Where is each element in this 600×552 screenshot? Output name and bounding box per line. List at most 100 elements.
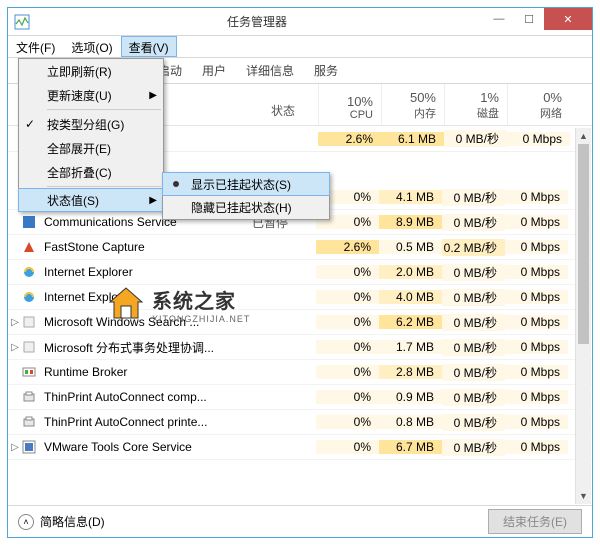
memory-cell: 2.8 MB <box>379 365 442 379</box>
expand-icon[interactable]: ▷ <box>8 317 22 328</box>
network-cell: 0 Mbps <box>505 265 568 279</box>
disk-cell: 0 MB/秒 <box>442 364 505 381</box>
minimize-button[interactable]: — <box>484 8 514 30</box>
maximize-button[interactable]: ☐ <box>514 8 544 30</box>
table-row[interactable]: Runtime Broker 0%2.8 MB0 MB/秒0 Mbps <box>8 360 592 385</box>
check-icon: ✓ <box>25 117 35 131</box>
memory-cell: 1.7 MB <box>379 340 442 354</box>
process-name: Microsoft 分布式事务处理协调... <box>40 339 246 356</box>
process-name: FastStone Capture <box>40 240 246 254</box>
cpu-cell: 0% <box>316 440 379 454</box>
process-icon <box>22 265 40 279</box>
cpu-cell: 0% <box>316 340 379 354</box>
menu-collapse-all[interactable]: 全部折叠(C) <box>19 160 163 184</box>
memory-cell: 6.2 MB <box>379 315 442 329</box>
tab-services[interactable]: 服务 <box>304 58 348 83</box>
table-row[interactable]: Internet Explorer0%2.0 MB0 MB/秒0 Mbps <box>8 260 592 285</box>
menu-options[interactable]: 选项(O) <box>63 36 120 57</box>
menu-status-values[interactable]: 状态值(S)▶ <box>18 188 164 212</box>
col-memory[interactable]: 50%内存 <box>381 84 444 125</box>
col-network[interactable]: 0%网络 <box>507 84 570 125</box>
window-buttons: — ☐ ✕ <box>484 8 592 35</box>
col-cpu[interactable]: 10%CPU <box>318 84 381 125</box>
disk-cell: 0 MB/秒 <box>442 189 505 206</box>
memory-cell: 0.5 MB <box>379 240 442 254</box>
end-task-button[interactable]: 结束任务(E) <box>488 509 582 534</box>
view-dropdown: 立即刷新(R) 更新速度(U)▶ ✓按类型分组(G) 全部展开(E) 全部折叠(… <box>18 58 164 212</box>
process-icon <box>22 390 40 404</box>
footer: ˄ 简略信息(D) 结束任务(E) <box>8 505 592 537</box>
disk-cell: 0 MB/秒 <box>442 289 505 306</box>
menu-separator <box>47 109 161 110</box>
network-cell: 0 Mbps <box>505 365 568 379</box>
network-cell: 0 Mbps <box>505 215 568 229</box>
expand-icon[interactable]: ▷ <box>8 342 22 353</box>
cpu-cell: 0% <box>316 365 379 379</box>
menu-update-speed[interactable]: 更新速度(U)▶ <box>19 83 163 107</box>
disk-cell: 0 MB/秒 <box>442 439 505 456</box>
process-icon <box>22 215 40 229</box>
memory-cell: 8.9 MB <box>379 215 442 229</box>
process-name: Runtime Broker <box>40 365 246 379</box>
network-cell: 0 Mbps <box>505 315 568 329</box>
menu-file[interactable]: 文件(F) <box>8 36 63 57</box>
cpu-cell: 0% <box>316 315 379 329</box>
process-icon <box>22 290 40 304</box>
table-row[interactable]: Internet Explorer 0%4.0 MB0 MB/秒0 Mbps <box>8 285 592 310</box>
titlebar: 任务管理器 — ☐ ✕ <box>8 8 592 36</box>
less-details-link[interactable]: 简略信息(D) <box>40 513 105 530</box>
chevron-up-icon[interactable]: ˄ <box>18 514 34 530</box>
menu-separator <box>47 186 161 187</box>
scrollbar[interactable]: ▲ ▼ <box>575 128 591 504</box>
scroll-up-icon[interactable]: ▲ <box>576 128 591 144</box>
tab-users[interactable]: 用户 <box>192 58 236 83</box>
process-name: Internet Explorer <box>40 290 246 304</box>
app-icon <box>14 14 30 30</box>
process-icon <box>22 340 40 354</box>
disk-cell: 0 MB/秒 <box>442 214 505 231</box>
cpu-cell: 0% <box>316 290 379 304</box>
network-cell: 0 Mbps <box>505 290 568 304</box>
process-icon <box>22 440 40 454</box>
submenu-hide-suspended[interactable]: 隐藏已挂起状态(H) <box>163 195 329 219</box>
expand-icon[interactable]: ▷ <box>8 442 22 453</box>
menu-refresh[interactable]: 立即刷新(R) <box>19 59 163 83</box>
process-name: VMware Tools Core Service <box>40 440 246 454</box>
table-row[interactable]: ThinPrint AutoConnect comp...0%0.9 MB0 M… <box>8 385 592 410</box>
memory-cell: 4.0 MB <box>379 290 442 304</box>
menubar: 文件(F) 选项(O) 查看(V) <box>8 36 592 58</box>
process-icon <box>22 240 40 254</box>
process-icon <box>22 415 40 429</box>
window-title: 任务管理器 <box>30 13 484 30</box>
tab-details[interactable]: 详细信息 <box>236 58 304 83</box>
network-cell: 0 Mbps <box>505 190 568 204</box>
table-row[interactable]: ThinPrint AutoConnect printe...0%0.8 MB0… <box>8 410 592 435</box>
menu-expand-all[interactable]: 全部展开(E) <box>19 136 163 160</box>
memory-cell: 6.7 MB <box>379 440 442 454</box>
close-button[interactable]: ✕ <box>544 8 592 30</box>
scroll-down-icon[interactable]: ▼ <box>576 488 591 504</box>
process-name: Internet Explorer <box>40 265 246 279</box>
menu-view[interactable]: 查看(V) <box>121 36 177 57</box>
scroll-thumb[interactable] <box>578 144 589 344</box>
chevron-right-icon: ▶ <box>149 90 157 101</box>
table-row[interactable]: ▷Microsoft Windows Search ...0%6.2 MB0 M… <box>8 310 592 335</box>
process-icon <box>22 315 40 329</box>
status-submenu: 显示已挂起状态(S) 隐藏已挂起状态(H) <box>162 172 330 220</box>
cpu-cell: 0% <box>316 265 379 279</box>
network-cell: 0 Mbps <box>505 240 568 254</box>
memory-cell: 0.8 MB <box>379 415 442 429</box>
col-disk[interactable]: 1%磁盘 <box>444 84 507 125</box>
table-row[interactable]: FastStone Capture 2.6%0.5 MB0.2 MB/秒0 Mbp… <box>8 235 592 260</box>
menu-group-by-type[interactable]: ✓按类型分组(G) <box>19 112 163 136</box>
cpu-cell: 0% <box>316 390 379 404</box>
cpu-cell: 2.6% <box>316 240 379 254</box>
task-manager-window: 任务管理器 — ☐ ✕ 文件(F) 选项(O) 查看(V) 启动 用户 详细信息… <box>7 7 593 538</box>
process-name: ThinPrint AutoConnect comp... <box>40 390 246 404</box>
disk-cell: 0.2 MB/秒 <box>442 239 505 256</box>
submenu-show-suspended[interactable]: 显示已挂起状态(S) <box>162 172 330 196</box>
table-row[interactable]: ▷ VMware Tools Core Service 0%6.7 MB0 MB/秒… <box>8 435 592 460</box>
table-row[interactable]: ▷Microsoft 分布式事务处理协调...0%1.7 MB0 MB/秒0 M… <box>8 335 592 360</box>
process-name: ThinPrint AutoConnect printe... <box>40 415 246 429</box>
col-status[interactable]: 状态 <box>248 84 318 125</box>
